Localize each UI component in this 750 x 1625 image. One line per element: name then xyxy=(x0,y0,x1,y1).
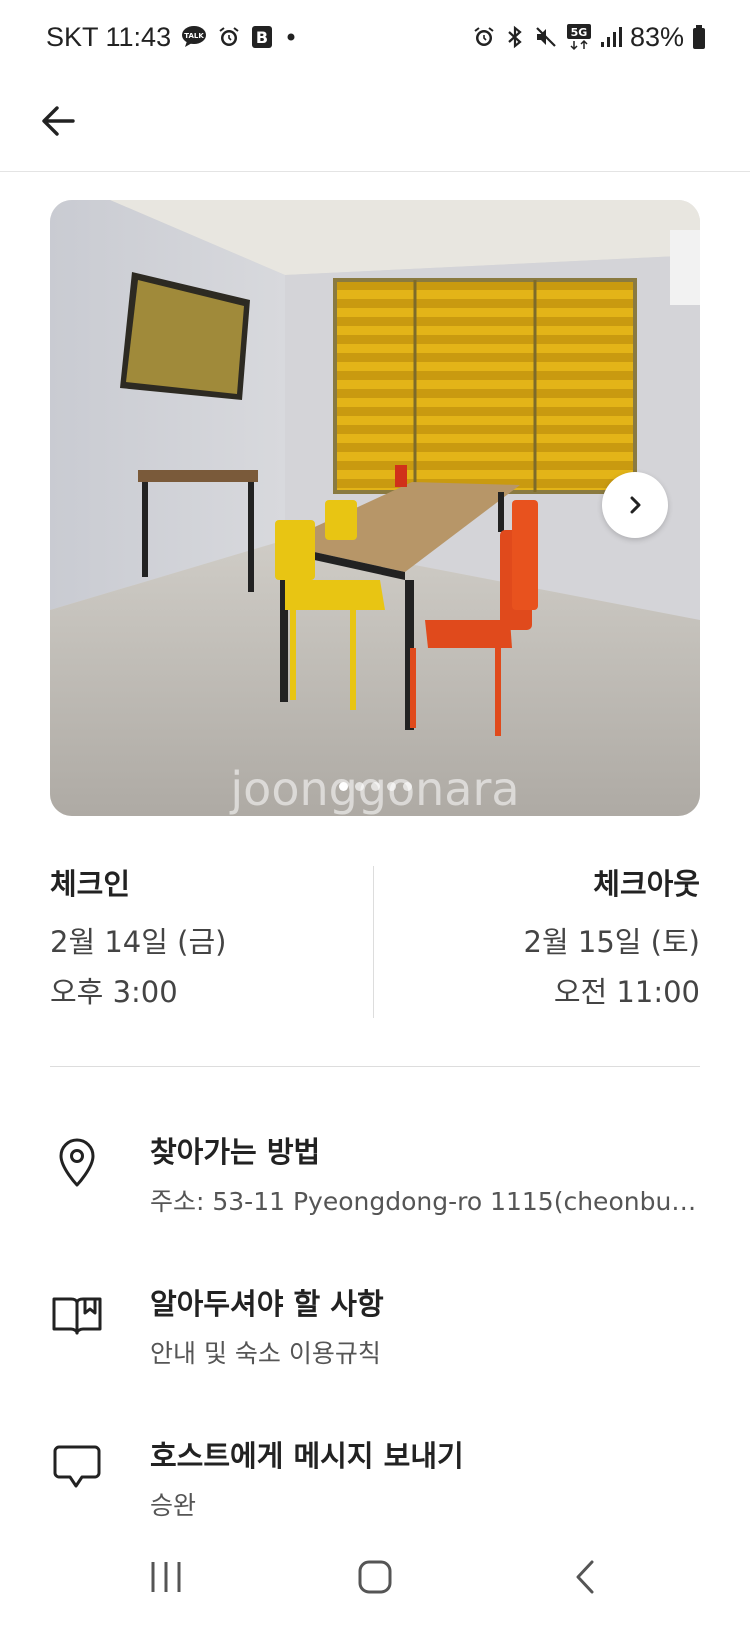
recent-apps-icon xyxy=(151,1562,181,1592)
header xyxy=(0,74,750,172)
pagination-dot xyxy=(386,782,396,791)
home-button[interactable] xyxy=(345,1552,405,1602)
system-nav-bar xyxy=(0,1530,750,1625)
house-rules-title: 알아두셔야 할 사항 xyxy=(150,1287,384,1321)
b-app-icon: B xyxy=(251,25,273,49)
mute-icon xyxy=(534,25,558,49)
pagination-dot xyxy=(402,782,412,791)
checkout-label: 체크아웃 xyxy=(593,867,700,901)
home-icon xyxy=(358,1560,392,1594)
directions-address: 주소: 53-11 Pyeongdong-ro 1115(cheonbuk-my… xyxy=(150,1187,700,1216)
svg-text:B: B xyxy=(256,28,268,47)
checkin-time: 오후 3:00 xyxy=(50,975,178,1009)
house-rules-row[interactable]: 알아두셔야 할 사항 안내 및 숙소 이용규칙 xyxy=(50,1282,700,1392)
message-host-status: 승완 xyxy=(150,1491,197,1520)
pagination-dot xyxy=(338,782,348,791)
directions-row[interactable]: 찾아가는 방법 주소: 53-11 Pyeongdong-ro 1115(che… xyxy=(50,1130,700,1240)
pagination-dot xyxy=(370,782,380,791)
svg-text:TALK: TALK xyxy=(184,32,204,40)
checkin-checkout: 체크인 2월 14일 (금) 오후 3:00 체크아웃 2월 15일 (토) 오… xyxy=(50,862,700,1018)
vertical-divider xyxy=(373,866,374,1018)
photo-pagination xyxy=(50,782,700,791)
talk-icon: TALK xyxy=(181,25,207,49)
system-back-button[interactable] xyxy=(556,1552,616,1602)
directions-title: 찾아가는 방법 xyxy=(150,1135,321,1169)
signal-icon xyxy=(600,25,622,49)
back-icon xyxy=(576,1560,594,1594)
battery-percent: 83% xyxy=(629,21,684,52)
message-host-title: 호스트에게 메시지 보내기 xyxy=(150,1439,464,1473)
status-right: 5G 83% xyxy=(472,20,706,54)
house-rules-subtitle: 안내 및 숙소 이용규칙 xyxy=(150,1339,381,1368)
listing-photo[interactable]: joonggonara xyxy=(50,200,700,816)
next-photo-button[interactable] xyxy=(602,472,668,538)
checkin-column: 체크인 2월 14일 (금) 오후 3:00 xyxy=(50,862,350,1014)
section-divider xyxy=(50,1066,700,1067)
map-pin-icon xyxy=(50,1136,104,1190)
5g-icon: 5G xyxy=(566,23,592,51)
arrow-left-icon xyxy=(42,106,75,136)
checkout-date: 2월 15일 (토) xyxy=(523,925,700,959)
book-icon xyxy=(50,1288,104,1342)
checkin-label: 체크인 xyxy=(50,867,131,901)
checkout-time: 오전 11:00 xyxy=(553,975,700,1009)
carrier-time: SKT 11:43 xyxy=(46,21,172,52)
svg-text:5G: 5G xyxy=(571,26,588,39)
pagination-dot xyxy=(354,782,364,791)
back-button[interactable] xyxy=(34,96,84,146)
status-left: SKT 11:43 TALK B xyxy=(46,20,299,54)
chevron-right-icon xyxy=(630,496,641,514)
alarm-icon xyxy=(217,25,241,49)
battery-icon xyxy=(692,24,706,50)
notification-dot-icon xyxy=(283,25,299,49)
checkin-date: 2월 14일 (금) xyxy=(50,925,227,959)
message-icon xyxy=(50,1440,104,1494)
status-bar: SKT 11:43 TALK B 5G 83% xyxy=(0,0,750,74)
message-host-row[interactable]: 호스트에게 메시지 보내기 승완 xyxy=(50,1434,700,1544)
alarm-icon xyxy=(472,25,496,49)
recent-apps-button[interactable] xyxy=(136,1552,196,1602)
bluetooth-icon xyxy=(504,25,526,49)
checkout-column: 체크아웃 2월 15일 (토) 오전 11:00 xyxy=(400,862,700,1014)
